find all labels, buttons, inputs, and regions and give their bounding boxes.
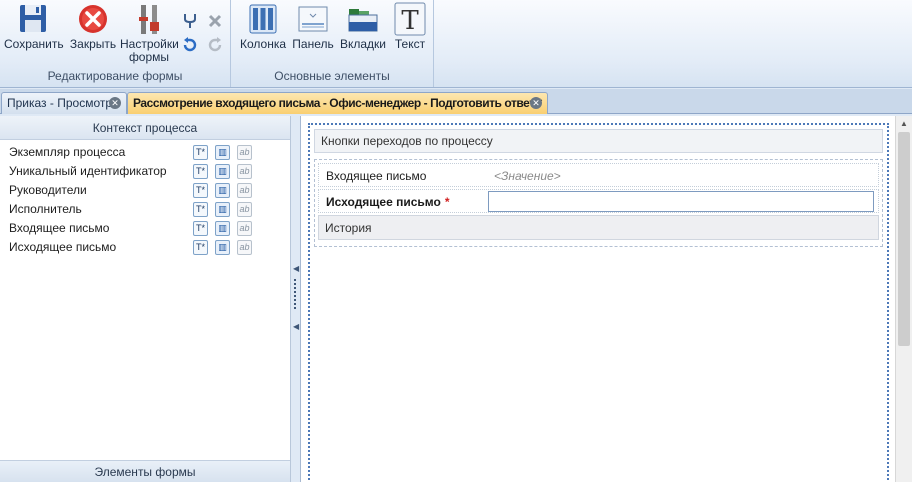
context-row-label: Руководители bbox=[9, 183, 87, 197]
panel-button-label: Панель bbox=[292, 37, 334, 51]
tab-close-icon[interactable]: ✕ bbox=[530, 97, 542, 109]
tab-label: Рассмотрение входящего письма - Офис-мен… bbox=[133, 96, 542, 110]
column-button[interactable]: Колонка bbox=[239, 2, 287, 51]
column-icon bbox=[247, 2, 279, 36]
ribbon: Сохранить Закрыть Настройки формы Редакт… bbox=[0, 0, 912, 88]
context-row[interactable]: Экземпляр процесса T* ▥ ab bbox=[0, 143, 290, 162]
delete-icon[interactable] bbox=[206, 12, 224, 30]
process-context-panel: Контекст процесса Экземпляр процесса T* ▥… bbox=[0, 116, 291, 482]
ribbon-group-label: Редактирование формы bbox=[47, 69, 183, 83]
text-badge-icon[interactable]: T* bbox=[193, 183, 208, 198]
scroll-up-icon[interactable]: ▲ bbox=[900, 119, 908, 128]
ab-badge-icon[interactable]: ab bbox=[237, 164, 252, 179]
collapse-left-icon[interactable]: ◀ bbox=[293, 264, 299, 273]
ab-badge-icon[interactable]: ab bbox=[237, 145, 252, 160]
redo-icon[interactable] bbox=[206, 36, 224, 54]
context-row-label: Уникальный идентификатор bbox=[9, 164, 167, 178]
floppy-disk-icon bbox=[17, 2, 49, 36]
required-mark: * bbox=[444, 195, 450, 209]
close-button[interactable]: Закрыть bbox=[68, 2, 118, 51]
form-settings-button-label: Настройки формы bbox=[120, 37, 179, 64]
incoming-letter-field[interactable]: Входящее письмо <Значение> bbox=[318, 163, 879, 187]
ribbon-group-label: Основные элементы bbox=[274, 69, 390, 83]
panel-icon bbox=[297, 2, 329, 36]
book-icon[interactable]: ▥ bbox=[215, 145, 230, 160]
outgoing-letter-input[interactable] bbox=[488, 191, 874, 212]
text-T-icon: T bbox=[394, 2, 426, 36]
book-icon[interactable]: ▥ bbox=[215, 183, 230, 198]
context-row-label: Исходящее письмо bbox=[9, 240, 117, 254]
form-design-canvas: Кнопки переходов по процессу Входящее пи… bbox=[300, 116, 895, 482]
field-value-placeholder: <Значение> bbox=[494, 169, 561, 183]
form-settings-button[interactable]: Настройки формы bbox=[120, 2, 179, 64]
vertical-scrollbar[interactable]: ▲ bbox=[895, 116, 912, 482]
collapse-left-icon[interactable]: ◀ bbox=[293, 322, 299, 331]
undo-icon[interactable] bbox=[181, 36, 199, 54]
context-row-label: Экземпляр процесса bbox=[9, 145, 126, 159]
book-icon[interactable]: ▥ bbox=[215, 202, 230, 217]
tab-label: Приказ - Просмотр bbox=[7, 96, 113, 110]
panel-splitter[interactable]: ◀ ◀ bbox=[291, 116, 300, 482]
save-button[interactable]: Сохранить bbox=[4, 2, 64, 51]
book-icon[interactable]: ▥ bbox=[215, 221, 230, 236]
tab-order-view[interactable]: Приказ - Просмотр ✕ bbox=[1, 92, 127, 114]
form-elements-header[interactable]: Элементы формы bbox=[0, 460, 290, 482]
document-tabstrip: Приказ - Просмотр ✕ Рассмотрение входяще… bbox=[0, 89, 912, 114]
text-badge-icon[interactable]: T* bbox=[193, 202, 208, 217]
ribbon-group-basic-elements: Колонка Панель Вкладки T Текст Основные … bbox=[231, 0, 434, 87]
red-close-circle-icon bbox=[77, 2, 109, 36]
tab-incoming-letter-review[interactable]: Рассмотрение входящего письма - Офис-мен… bbox=[127, 92, 548, 114]
splitter-grip[interactable] bbox=[294, 279, 296, 309]
context-row[interactable]: Уникальный идентификатор T* ▥ ab bbox=[0, 162, 290, 181]
context-row[interactable]: Руководители T* ▥ ab bbox=[0, 181, 290, 200]
fork-icon[interactable] bbox=[181, 12, 199, 30]
text-badge-icon[interactable]: T* bbox=[193, 240, 208, 255]
text-button[interactable]: T Текст bbox=[391, 2, 429, 51]
ab-badge-icon[interactable]: ab bbox=[237, 183, 252, 198]
ab-badge-icon[interactable]: ab bbox=[237, 240, 252, 255]
text-badge-icon[interactable]: T* bbox=[193, 164, 208, 179]
panel-header[interactable]: Контекст процесса bbox=[0, 116, 290, 140]
scrollbar-thumb[interactable] bbox=[898, 132, 910, 346]
close-button-label: Закрыть bbox=[69, 37, 117, 51]
context-row[interactable]: Исходящее письмо T* ▥ ab bbox=[0, 238, 290, 257]
form-root-container[interactable]: Кнопки переходов по процессу Входящее пи… bbox=[308, 123, 889, 482]
outgoing-letter-field[interactable]: Исходящее письмо * bbox=[318, 189, 879, 213]
book-icon[interactable]: ▥ bbox=[215, 240, 230, 255]
ab-badge-icon[interactable]: ab bbox=[237, 202, 252, 217]
context-row[interactable]: Входящее письмо T* ▥ ab bbox=[0, 219, 290, 238]
form-fields-panel[interactable]: Входящее письмо <Значение> Исходящее пис… bbox=[314, 159, 883, 247]
context-row-label: Входящее письмо bbox=[9, 221, 110, 235]
book-icon[interactable]: ▥ bbox=[215, 164, 230, 179]
context-row-label: Исполнитель bbox=[9, 202, 82, 216]
history-section[interactable]: История bbox=[318, 215, 879, 240]
process-transition-buttons-bar[interactable]: Кнопки переходов по процессу bbox=[314, 129, 883, 153]
text-badge-icon[interactable]: T* bbox=[193, 221, 208, 236]
text-button-label: Текст bbox=[394, 37, 426, 51]
context-row[interactable]: Исполнитель T* ▥ ab bbox=[0, 200, 290, 219]
ribbon-group-form-editing: Сохранить Закрыть Настройки формы Редакт… bbox=[0, 0, 231, 87]
settings-tools-icon bbox=[133, 2, 165, 36]
tabs-icon bbox=[347, 2, 379, 36]
text-badge-icon[interactable]: T* bbox=[193, 145, 208, 160]
tabs-button[interactable]: Вкладки bbox=[338, 2, 388, 51]
field-label: Исходящее письмо bbox=[326, 195, 441, 209]
column-button-label: Колонка bbox=[239, 37, 287, 51]
panel-button[interactable]: Панель bbox=[291, 2, 335, 51]
tabs-button-label: Вкладки bbox=[339, 37, 387, 51]
tab-close-icon[interactable]: ✕ bbox=[109, 97, 121, 109]
field-label: Входящее письмо bbox=[326, 169, 427, 183]
ab-badge-icon[interactable]: ab bbox=[237, 221, 252, 236]
svg-text:T: T bbox=[401, 6, 419, 36]
save-button-label: Сохранить bbox=[4, 37, 64, 51]
